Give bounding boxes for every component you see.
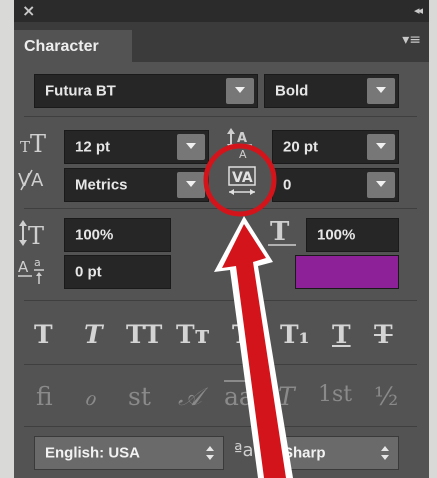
leading-field[interactable]: 20 pt — [272, 130, 399, 164]
divider — [24, 364, 417, 365]
vertical-scale-icon: T — [19, 220, 44, 250]
svg-text:A: A — [237, 131, 247, 146]
subscript-button[interactable]: T₁ — [280, 320, 310, 349]
horizontal-scale-field[interactable]: 100% — [306, 218, 399, 252]
tab-label: Character — [24, 38, 99, 55]
svg-text:A: A — [18, 258, 29, 276]
chevron-down-icon — [177, 134, 205, 160]
character-panel: × ◂◂ Character ▾≡ Futura BT Bold T T 12 … — [14, 0, 429, 478]
close-icon[interactable]: × — [22, 1, 35, 20]
small-caps-button[interactable]: Tт — [176, 320, 210, 349]
titling-alternates-button[interactable]: T — [278, 382, 295, 411]
divider — [24, 208, 417, 209]
chevron-down-icon — [367, 134, 395, 160]
svg-text:V: V — [18, 170, 31, 191]
contextual-alternates-button[interactable]: st — [128, 382, 151, 411]
ligatures-button[interactable]: ﬁ — [36, 382, 53, 411]
chevron-down-icon — [367, 78, 395, 104]
antialias-value: Sharp — [283, 444, 326, 462]
faux-italic-button[interactable]: T — [84, 320, 103, 349]
vertical-scale-field[interactable]: 100% — [64, 218, 171, 252]
stylistic-alternates-button[interactable]: aa — [224, 382, 254, 411]
vertical-scale-value: 100% — [75, 226, 114, 244]
antialias-icon: ªa — [234, 440, 254, 461]
swash-button[interactable]: 𝒜 — [178, 382, 202, 412]
svg-text:T: T — [20, 138, 30, 156]
superscript-button[interactable]: T¹ — [232, 320, 262, 349]
baseline-shift-value: 0 pt — [75, 263, 102, 281]
font-family-dropdown[interactable]: Futura BT — [34, 74, 258, 108]
all-caps-button[interactable]: TT — [126, 320, 162, 349]
svg-text:A: A — [31, 170, 44, 191]
divider — [24, 426, 417, 427]
language-dropdown[interactable]: English: USA — [34, 436, 224, 470]
leading-value: 20 pt — [283, 138, 319, 156]
strikethrough-button[interactable]: T — [374, 320, 393, 349]
kerning-dropdown[interactable]: Metrics — [64, 168, 209, 202]
text-color-swatch[interactable] — [295, 255, 399, 289]
tab-row: Character ▾≡ — [14, 22, 429, 62]
chevron-down-icon — [367, 172, 395, 198]
svg-text:a: a — [34, 256, 41, 269]
leading-icon: A A — [227, 128, 252, 160]
divider — [24, 300, 417, 301]
baseline-shift-field[interactable]: 0 pt — [64, 255, 171, 289]
panel-menu-icon[interactable]: ▾≡ — [402, 32, 421, 48]
panel-titlebar: × ◂◂ — [14, 0, 429, 22]
updown-icon — [206, 446, 214, 460]
discretionary-ligatures-button[interactable]: ℴ — [84, 382, 96, 411]
ordinals-button[interactable]: 1st — [318, 382, 352, 407]
horizontal-scale-icon: T — [268, 217, 296, 247]
underline-button[interactable]: T — [332, 320, 351, 349]
collapse-icon[interactable]: ◂◂ — [414, 4, 423, 17]
tab-character[interactable]: Character — [14, 30, 132, 62]
horizontal-scale-value: 100% — [317, 226, 356, 244]
font-style-value: Bold — [275, 82, 309, 100]
svg-text:A: A — [239, 148, 247, 160]
baseline-shift-icon: A a — [18, 256, 44, 284]
tracking-dropdown[interactable]: 0 — [272, 168, 399, 202]
font-style-dropdown[interactable]: Bold — [264, 74, 399, 108]
chevron-down-icon — [177, 172, 205, 198]
updown-icon — [381, 446, 389, 460]
faux-bold-button[interactable]: T — [34, 320, 53, 349]
font-size-icon: T T — [20, 130, 46, 158]
svg-text:T: T — [270, 217, 290, 247]
language-value: English: USA — [45, 444, 141, 462]
font-size-field[interactable]: 12 pt — [64, 130, 209, 164]
divider — [24, 116, 417, 117]
svg-text:VA: VA — [232, 170, 253, 186]
kerning-icon: V A — [18, 169, 44, 191]
chevron-down-icon — [226, 78, 254, 104]
tracking-value: 0 — [283, 176, 292, 194]
svg-text:T: T — [28, 222, 44, 250]
fractions-button[interactable]: ½ — [374, 382, 398, 411]
svg-text:T: T — [30, 130, 46, 158]
font-size-value: 12 pt — [75, 138, 111, 156]
font-family-value: Futura BT — [45, 82, 116, 100]
kerning-value: Metrics — [75, 176, 128, 194]
antialias-dropdown[interactable]: Sharp — [272, 436, 399, 470]
tracking-icon: VA — [228, 166, 256, 195]
